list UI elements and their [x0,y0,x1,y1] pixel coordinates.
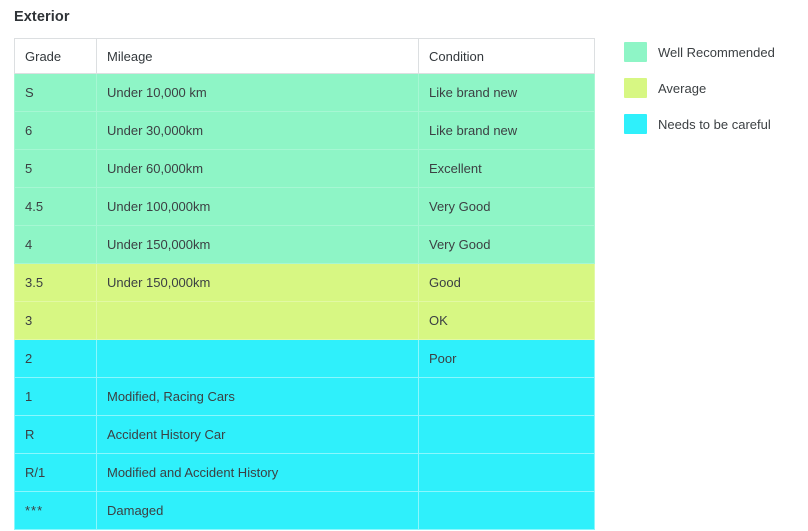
cell-grade: 1 [14,377,97,416]
table-row: 3.5 Under 150,000km Good [14,263,595,302]
cell-condition [418,415,595,454]
cell-mileage [96,301,419,340]
table-row: 5 Under 60,000km Excellent [14,149,595,188]
legend-label: Needs to be careful [658,116,771,132]
table-header: Grade Mileage Condition [14,38,595,74]
table-header-row: Grade Mileage Condition [14,38,595,74]
cell-mileage: Modified, Racing Cars [96,377,419,416]
cell-mileage: Accident History Car [96,415,419,454]
cell-condition: Like brand new [418,73,595,112]
cell-grade: 4.5 [14,187,97,226]
cell-grade: 5 [14,149,97,188]
cell-mileage: Under 150,000km [96,263,419,302]
legend-swatch-well [624,42,647,62]
legend-label: Average [658,80,707,96]
table-row: 2 Poor [14,339,595,378]
table-row: S Under 10,000 km Like brand new [14,73,595,112]
cell-condition: Good [418,263,595,302]
cell-mileage: Under 100,000km [96,187,419,226]
cell-condition: Very Good [418,225,595,264]
cell-condition: Very Good [418,187,595,226]
cell-condition [418,453,595,492]
legend: Well Recommended Average Needs to be caref… [624,34,802,142]
grade-chart-page: Exterior Grade Mileage Condition S Under … [0,0,808,531]
legend-item: Well Recommended [624,34,802,70]
cell-mileage [96,339,419,378]
cell-mileage: Modified and Accident History [96,453,419,492]
grade-table: Grade Mileage Condition S Under 10,000 km… [14,38,595,530]
table-row: R Accident History Car [14,415,595,454]
cell-grade: *** [14,491,97,530]
cell-grade: R/1 [14,453,97,492]
page-title: Exterior [14,9,70,25]
cell-grade: 6 [14,111,97,150]
table-body: S Under 10,000 km Like brand new 6 Under 30,… [14,73,595,530]
cell-grade: 2 [14,339,97,378]
cell-grade: 3.5 [14,263,97,302]
cell-condition: Excellent [418,149,595,188]
table-row: 3 OK [14,301,595,340]
cell-mileage: Under 60,000km [96,149,419,188]
cell-condition: OK [418,301,595,340]
table-row: R/1 Modified and Accident History [14,453,595,492]
cell-mileage: Damaged [96,491,419,530]
cell-condition: Poor [418,339,595,378]
table-row: 4 Under 150,000km Very Good [14,225,595,264]
cell-mileage: Under 150,000km [96,225,419,264]
cell-condition [418,377,595,416]
legend-item: Needs to be careful [624,106,802,142]
column-header-grade: Grade [14,38,97,74]
legend-item: Average [624,70,802,106]
legend-swatch-care [624,114,647,134]
grade-table-container: Grade Mileage Condition S Under 10,000 km… [14,38,595,530]
table-row: 1 Modified, Racing Cars [14,377,595,416]
cell-grade: 3 [14,301,97,340]
column-header-mileage: Mileage [96,38,419,74]
legend-swatch-avg [624,78,647,98]
table-row: 4.5 Under 100,000km Very Good [14,187,595,226]
cell-grade: S [14,73,97,112]
cell-condition [418,491,595,530]
cell-mileage: Under 10,000 km [96,73,419,112]
column-header-condition: Condition [418,38,595,74]
cell-condition: Like brand new [418,111,595,150]
table-row: *** Damaged [14,491,595,530]
cell-mileage: Under 30,000km [96,111,419,150]
cell-grade: R [14,415,97,454]
legend-label: Well Recommended [658,44,775,60]
cell-grade: 4 [14,225,97,264]
table-row: 6 Under 30,000km Like brand new [14,111,595,150]
